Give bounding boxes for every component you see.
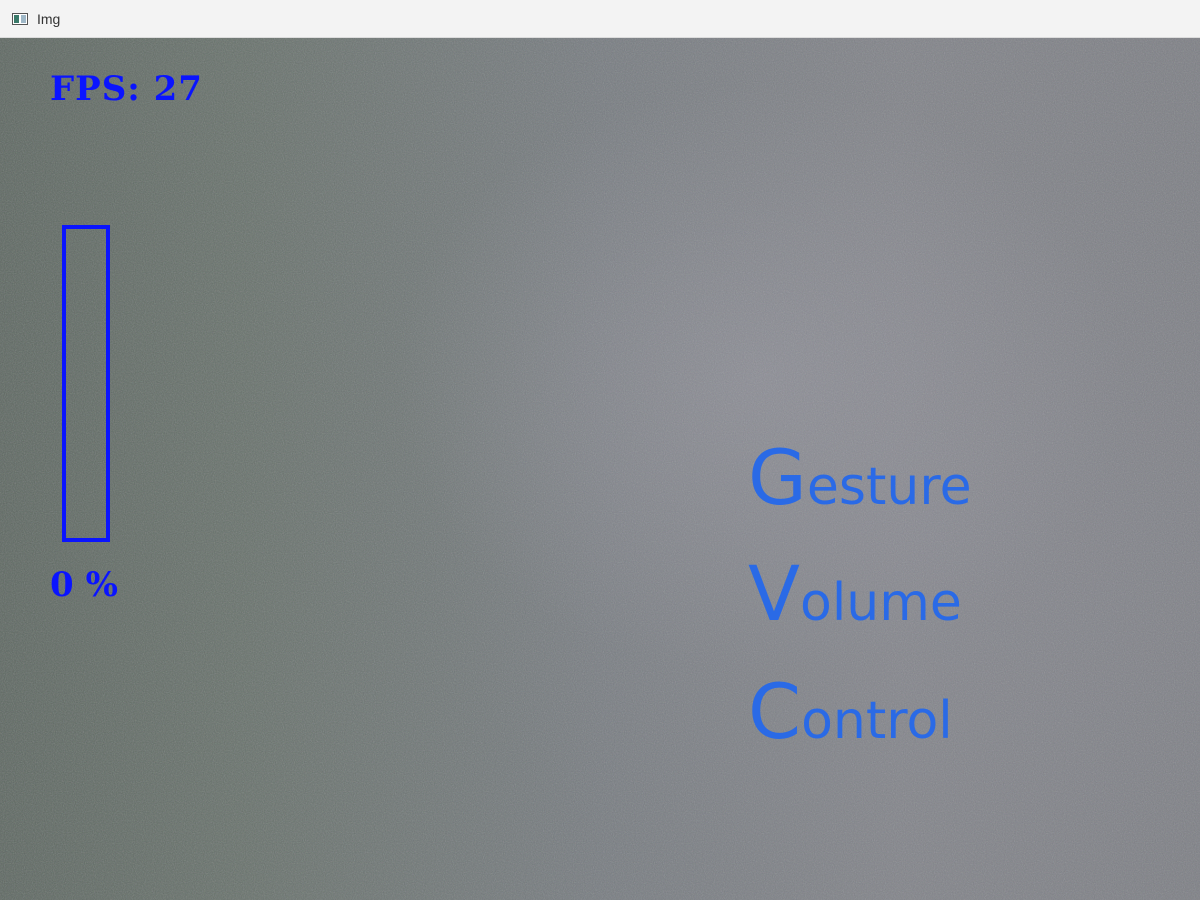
volume-percent-label: 0 % bbox=[50, 565, 118, 605]
camera-frame: FPS: 27 0 % Gesture Volume Control bbox=[0, 38, 1200, 900]
fps-counter: FPS: 27 bbox=[50, 69, 203, 109]
overlay-initial: V bbox=[748, 549, 800, 638]
window-titlebar[interactable]: Img bbox=[0, 0, 1200, 38]
overlay-title-volume: Volume bbox=[748, 556, 962, 632]
volume-percent-unit: % bbox=[85, 565, 118, 605]
overlay-initial: G bbox=[748, 433, 807, 522]
overlay-word: olume bbox=[800, 573, 962, 633]
volume-percent-value: 0 bbox=[50, 565, 74, 605]
overlay-word: ontrol bbox=[801, 691, 953, 751]
window-title: Img bbox=[37, 10, 61, 27]
image-window: Img FPS: 27 0 % Gesture Volume Control bbox=[0, 0, 1200, 900]
volume-bar bbox=[62, 225, 110, 542]
overlay-initial: C bbox=[748, 667, 802, 756]
overlay-title-control: Control bbox=[748, 674, 953, 750]
overlay-word: esture bbox=[806, 457, 972, 517]
camera-noise-texture bbox=[0, 38, 1200, 900]
overlay-title-gesture: Gesture bbox=[748, 440, 972, 516]
image-window-icon bbox=[12, 12, 28, 25]
